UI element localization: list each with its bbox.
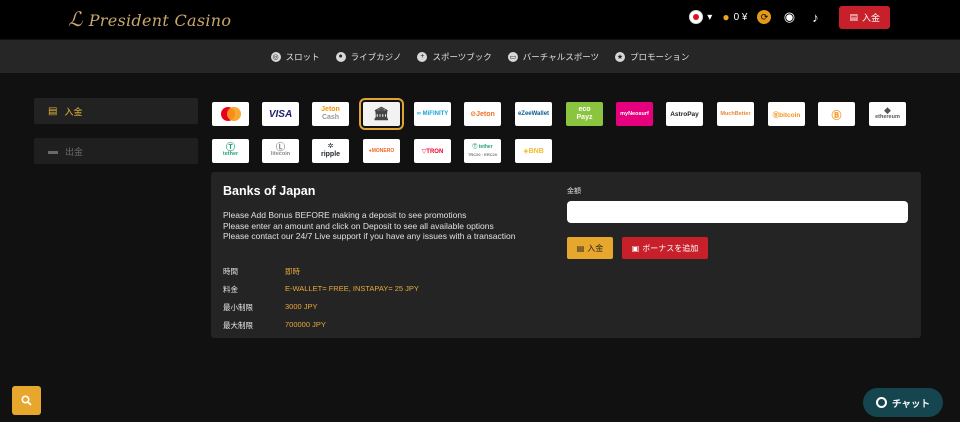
- search-button[interactable]: [12, 386, 41, 415]
- nav-label: スロット: [285, 51, 320, 62]
- info-key: 料金: [223, 285, 238, 294]
- info-row-max: 最大制限 700000 JPY: [223, 320, 326, 331]
- payment-myneosurf[interactable]: myNeosurf: [616, 102, 653, 126]
- chevron-down-icon[interactable]: ▾: [707, 12, 712, 23]
- header-deposit-label: 入金: [861, 12, 880, 23]
- payment-jeton[interactable]: ⊘Jeton: [464, 102, 501, 126]
- info-row-min: 最小制限 3000 JPY: [223, 302, 318, 313]
- payment-tron[interactable]: ▽TRON: [414, 139, 451, 163]
- bank-icon: 🏛: [373, 106, 390, 121]
- nav-item-sportsbook[interactable]: + スポーツブック: [417, 51, 492, 63]
- notice-line: Please Add Bonus BEFORE making a deposit…: [223, 210, 467, 220]
- nav-label: プロモーション: [630, 51, 690, 62]
- info-key: 最小制限: [223, 303, 253, 312]
- logo-text: President Casino: [88, 11, 232, 30]
- japan-flag-icon[interactable]: [689, 10, 704, 24]
- payment-astropay[interactable]: AstroPay: [666, 102, 703, 126]
- info-value: 3000 JPY: [285, 302, 318, 311]
- payment-jeton-cash[interactable]: Jeton Cash: [312, 102, 349, 126]
- payment-details-panel: Banks of Japan Please Add Bonus BEFORE m…: [211, 172, 921, 338]
- user-icon[interactable]: ◉: [781, 9, 797, 25]
- info-row-time: 時間 即時: [223, 266, 300, 277]
- sidebar-item-withdraw[interactable]: ▬ 出金: [34, 138, 198, 164]
- info-key: 最大制限: [223, 321, 253, 330]
- balance-amount: 0 ¥: [733, 11, 748, 23]
- chat-button[interactable]: チャット: [863, 388, 943, 417]
- live-casino-icon: ●: [335, 51, 346, 62]
- slot-icon: ◎: [270, 51, 281, 62]
- nav-item-promotions[interactable]: ★ プロモーション: [615, 51, 689, 63]
- payment-monero[interactable]: ●MONERO: [363, 139, 400, 163]
- payment-tether[interactable]: Ⓣtether: [212, 139, 249, 163]
- coins-icon: ▤: [48, 105, 58, 117]
- coins-icon: ▤: [576, 243, 585, 253]
- notice-line: Please contact our 24/7 Live support if …: [223, 231, 516, 241]
- sidebar-item-label: 入金: [64, 106, 83, 117]
- payment-tether-trc20[interactable]: Ⓣ tether TRC20 · ERC20: [464, 139, 501, 163]
- payment-ecopayz[interactable]: eco Payz: [566, 102, 603, 126]
- mastercard-logo-icon: [220, 107, 241, 121]
- refresh-balance-icon[interactable]: ⟳: [757, 10, 772, 24]
- payment-litecoin[interactable]: Ⓛlitecoin: [262, 139, 299, 163]
- payment-ethereum[interactable]: ◆ ethereum: [869, 102, 906, 126]
- chat-label: チャット: [892, 398, 930, 410]
- amount-input[interactable]: [567, 201, 908, 223]
- sportsbook-icon: +: [417, 51, 428, 62]
- deposit-notice: Please Add Bonus BEFORE making a deposit…: [223, 210, 543, 242]
- info-row-fee: 料金 E-WALLET= FREE, INSTAPAY= 25 JPY: [223, 284, 419, 295]
- deposit-button[interactable]: ▤ 入金: [567, 237, 613, 259]
- search-icon: [21, 395, 32, 406]
- info-value: 即時: [285, 267, 300, 276]
- info-value: 700000 JPY: [285, 320, 326, 329]
- nav-item-live-casino[interactable]: ● ライブカジノ: [335, 51, 402, 63]
- payment-ezeewallet[interactable]: eZeeWallet: [515, 102, 552, 126]
- payment-bitcoin[interactable]: Ⓑbitcoin: [768, 102, 805, 126]
- coins-icon: ●: [722, 10, 730, 24]
- coins-icon: ▤: [849, 11, 858, 22]
- payment-method-title: Banks of Japan: [223, 184, 316, 198]
- virtual-sports-icon: ▭: [507, 51, 518, 62]
- notice-line: Please enter an amount and click on Depo…: [223, 220, 494, 231]
- top-header: ℒ President Casino ▾ ● 0 ¥ ⟳ ◉ ♪ ▤ 入金: [0, 0, 960, 39]
- amount-label: 金額: [567, 188, 581, 195]
- gift-icon: ▣: [631, 243, 640, 253]
- nav-label: ライブカジノ: [350, 51, 402, 62]
- payment-bank[interactable]: 🏛: [359, 98, 404, 130]
- info-value: E-WALLET= FREE, INSTAPAY= 25 JPY: [285, 284, 419, 293]
- sidebar-item-label: 出金: [65, 146, 84, 157]
- payment-bnb[interactable]: ◈BNB: [515, 139, 552, 163]
- payment-ripple[interactable]: ✲ ripple: [312, 139, 349, 163]
- add-bonus-button[interactable]: ▣ ボーナスを追加: [622, 237, 708, 259]
- balance-display: ● 0 ¥: [722, 10, 747, 24]
- nav-item-virtual-sports[interactable]: ▭ バーチャルスポーツ: [507, 51, 600, 63]
- payment-mifinity[interactable]: ∞ MiFINITY: [414, 102, 451, 126]
- payment-mastercard[interactable]: [212, 102, 249, 126]
- promotion-icon: ★: [615, 51, 626, 62]
- chat-bubble-icon: [876, 397, 888, 408]
- payment-muchbetter[interactable]: MuchBetter: [717, 102, 754, 126]
- category-nav: ◎ スロット ● ライブカジノ + スポーツブック ▭ バーチャルスポーツ ★ …: [0, 40, 960, 73]
- wallet-icon: ▬: [48, 145, 58, 157]
- nav-label: スポーツブック: [432, 51, 492, 62]
- nav-item-slots[interactable]: ◎ スロット: [270, 51, 320, 63]
- info-key: 時間: [223, 267, 238, 276]
- payment-bitcoin-cash[interactable]: Ⓑ: [818, 102, 855, 126]
- bell-icon[interactable]: ♪: [807, 10, 823, 25]
- nav-label: バーチャルスポーツ: [522, 51, 600, 62]
- add-bonus-button-label: ボーナスを追加: [642, 243, 699, 253]
- header-deposit-button[interactable]: ▤ 入金: [839, 5, 890, 29]
- casino-logo[interactable]: ℒ President Casino: [68, 7, 231, 31]
- logo-monogram: ℒ: [68, 7, 83, 31]
- header-actions: ▾ ● 0 ¥ ⟳ ◉ ♪ ▤ 入金: [689, 5, 890, 29]
- sidebar-item-deposit[interactable]: ▤ 入金: [34, 98, 198, 124]
- deposit-button-label: 入金: [587, 243, 604, 253]
- payment-visa[interactable]: VISA: [262, 102, 299, 126]
